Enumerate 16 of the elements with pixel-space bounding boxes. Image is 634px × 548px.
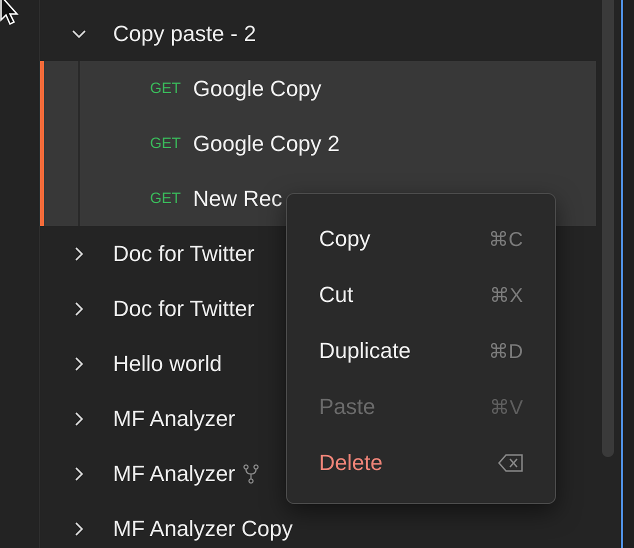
request-name: New Rec [193, 186, 282, 212]
collection-name: Doc for Twitter [113, 240, 254, 266]
method-label: GET [150, 190, 182, 207]
collection-name: MF Analyzer Copy [113, 516, 293, 542]
request-name: Google Copy [193, 76, 322, 102]
method-label: GET [150, 135, 182, 152]
collection-name: MF Analyzer [113, 460, 236, 486]
collection-name: Copy paste - 2 [113, 20, 256, 46]
shortcut-label: ⌘C [488, 228, 523, 252]
shortcut-label: ⌘X [490, 284, 523, 308]
collection-name: Hello world [113, 350, 222, 376]
method-label: GET [150, 80, 182, 97]
collection-name: MF Analyzer [113, 406, 236, 432]
shortcut-label: ⌘D [488, 340, 523, 364]
collection-name: Doc for Twitter [113, 296, 254, 322]
request-name: Google Copy 2 [193, 130, 340, 156]
